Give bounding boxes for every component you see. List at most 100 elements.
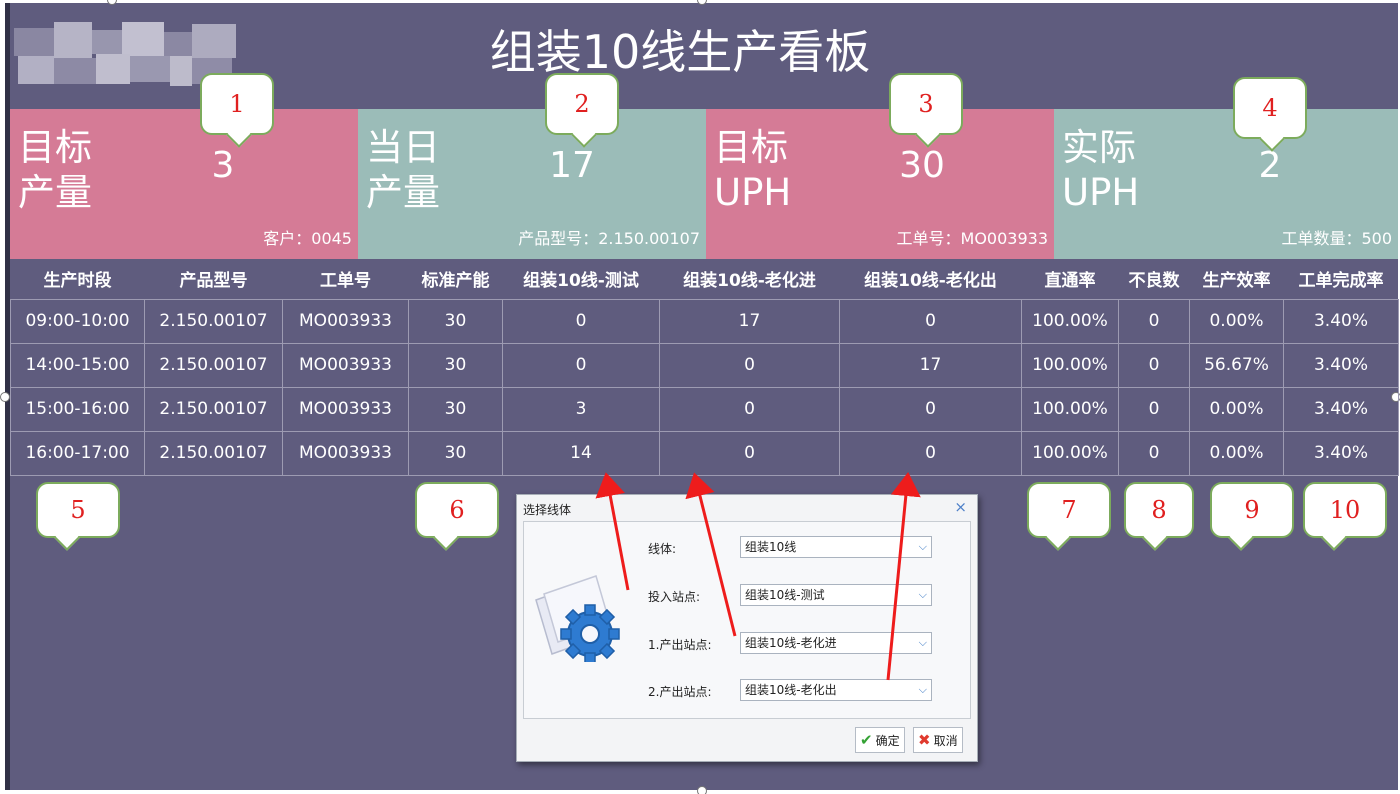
table-cell: 09:00-10:00 xyxy=(10,298,145,344)
kpi-card-actual-uph: 实际 UPH 2 工单数量：500 xyxy=(1054,109,1398,259)
output-station-1-label: 1.产出站点: xyxy=(648,638,712,652)
table-cell: 30 xyxy=(408,430,503,476)
table-cell: 0 xyxy=(839,386,1022,432)
output-station-2-value: 组装10线-老化出 xyxy=(745,683,837,697)
callout-9: 9 xyxy=(1210,482,1294,538)
table-cell: 100.00% xyxy=(1021,342,1119,388)
column-header: 标准产能 xyxy=(421,271,490,292)
input-station-value: 组装10线-测试 xyxy=(745,588,825,602)
table-cell: 56.67% xyxy=(1189,342,1284,388)
kpi-footer: 客户：0045 xyxy=(263,229,352,248)
kpi-card-target-uph: 目标 UPH 30 工单号：MO003933 xyxy=(706,109,1054,259)
table-cell: 0 xyxy=(839,430,1022,476)
table-cell: 30 xyxy=(408,342,503,388)
ok-button-label: 确定 xyxy=(875,733,900,748)
table-cell: 2.150.00107 xyxy=(144,298,283,344)
table-cell: 0 xyxy=(502,342,660,388)
table-cell: 0 xyxy=(502,298,660,344)
kpi-footer: 产品型号：2.150.00107 xyxy=(518,229,700,248)
table-cell: 0 xyxy=(839,298,1022,344)
resize-handle-left[interactable] xyxy=(0,392,10,402)
table-cell: 30 xyxy=(408,298,503,344)
check-icon: ✔ xyxy=(860,731,873,749)
kpi-label: 目标 产量 xyxy=(18,126,92,214)
table-cell: 0 xyxy=(1118,342,1190,388)
callout-4: 4 xyxy=(1233,77,1307,139)
table-cell: MO003933 xyxy=(282,298,409,344)
cancel-button[interactable]: ✖ 取消 xyxy=(913,727,963,753)
chevron-down-icon[interactable]: ⌵ xyxy=(919,585,927,605)
output-station-1-select[interactable]: 组装10线-老化进 ⌵ xyxy=(740,632,932,654)
table-cell: 2.150.00107 xyxy=(144,430,283,476)
table-row: 16:00-17:00 2.150.00107 MO003933 30 14 0… xyxy=(10,430,1399,476)
table-row: 09:00-10:00 2.150.00107 MO003933 30 0 17… xyxy=(10,298,1399,344)
table-cell: 100.00% xyxy=(1021,298,1119,344)
callout-5: 5 xyxy=(36,482,120,538)
input-station-label: 投入站点: xyxy=(648,590,701,604)
table-cell: 0 xyxy=(1118,430,1190,476)
kpi-label: 当日 产量 xyxy=(366,126,440,214)
table-cell: MO003933 xyxy=(282,342,409,388)
table-cell: 0 xyxy=(1118,386,1190,432)
table-cell: 3.40% xyxy=(1283,342,1399,388)
callout-6: 6 xyxy=(415,482,499,538)
select-line-dialog: 选择线体 × 线体: 组装10线 ⌵ 投入站点: 组装10线-测试 ⌵ 1.产出… xyxy=(516,494,978,762)
table-cell: 100.00% xyxy=(1021,430,1119,476)
table-cell: 0 xyxy=(659,430,840,476)
table-cell: 14 xyxy=(502,430,660,476)
kpi-footer: 工单数量：500 xyxy=(1281,229,1392,248)
line-select[interactable]: 组装10线 ⌵ xyxy=(740,536,932,558)
table-cell: 2.150.00107 xyxy=(144,386,283,432)
table-cell: 3.40% xyxy=(1283,430,1399,476)
kpi-value: 17 xyxy=(549,145,595,186)
callout-2: 2 xyxy=(545,73,619,135)
table-cell: 0 xyxy=(1118,298,1190,344)
output-station-2-select[interactable]: 组装10线-老化出 ⌵ xyxy=(740,679,932,701)
dialog-footer: ✔ 确定 ✖ 取消 xyxy=(517,721,977,761)
table-cell: MO003933 xyxy=(282,386,409,432)
table-row: 14:00-15:00 2.150.00107 MO003933 30 0 0 … xyxy=(10,342,1399,388)
column-header: 组装10线-测试 xyxy=(523,271,639,292)
callout-8: 8 xyxy=(1124,482,1194,538)
table-row: 15:00-16:00 2.150.00107 MO003933 30 3 0 … xyxy=(10,386,1399,432)
table-cell: 14:00-15:00 xyxy=(10,342,145,388)
table-cell: 0 xyxy=(659,342,840,388)
production-table: 生产时段 产品型号 工单号 标准产能 组装10线-测试 组装10线-老化进 组装… xyxy=(10,259,1399,476)
ok-button[interactable]: ✔ 确定 xyxy=(855,727,905,753)
dialog-body: 线体: 组装10线 ⌵ 投入站点: 组装10线-测试 ⌵ 1.产出站点: 组装1… xyxy=(523,521,971,719)
table-cell: 0.00% xyxy=(1189,386,1284,432)
output-station-2-label: 2.产出站点: xyxy=(648,685,712,699)
chevron-down-icon[interactable]: ⌵ xyxy=(919,680,927,700)
callout-1: 1 xyxy=(200,73,274,135)
table-cell: 16:00-17:00 xyxy=(10,430,145,476)
table-cell: 0 xyxy=(659,386,840,432)
column-header: 生产效率 xyxy=(1202,271,1271,292)
column-header: 工单号 xyxy=(320,271,371,292)
kpi-label: 实际 UPH xyxy=(1062,126,1140,214)
table-cell: 17 xyxy=(839,342,1022,388)
kpi-footer: 工单号：MO003933 xyxy=(896,229,1048,248)
resize-handle-bottom[interactable] xyxy=(697,786,707,794)
dialog-title: 选择线体 xyxy=(523,503,572,517)
close-icon[interactable]: × xyxy=(954,498,967,516)
column-header: 组装10线-老化出 xyxy=(864,271,997,292)
kpi-value: 2 xyxy=(1258,145,1282,186)
cancel-button-label: 取消 xyxy=(933,733,958,748)
table-header-row: 生产时段 产品型号 工单号 标准产能 组装10线-测试 组装10线-老化进 组装… xyxy=(11,259,1399,299)
callout-7: 7 xyxy=(1027,482,1111,538)
cross-icon: ✖ xyxy=(918,731,931,749)
table-cell: 30 xyxy=(408,386,503,432)
kpi-card-target-output: 目标 产量 3 客户：0045 xyxy=(10,109,358,259)
line-select-value: 组装10线 xyxy=(745,540,797,554)
column-header: 组装10线-老化进 xyxy=(683,271,816,292)
table-cell: MO003933 xyxy=(282,430,409,476)
chevron-down-icon[interactable]: ⌵ xyxy=(919,633,927,653)
callout-10: 10 xyxy=(1303,482,1387,538)
kpi-card-daily-output: 当日 产量 17 产品型号：2.150.00107 xyxy=(358,109,706,259)
column-header: 工单完成率 xyxy=(1298,271,1384,292)
input-station-select[interactable]: 组装10线-测试 ⌵ xyxy=(740,584,932,606)
column-header: 生产时段 xyxy=(43,271,112,292)
table-cell: 15:00-16:00 xyxy=(10,386,145,432)
callout-3: 3 xyxy=(889,73,963,135)
chevron-down-icon[interactable]: ⌵ xyxy=(919,537,927,557)
